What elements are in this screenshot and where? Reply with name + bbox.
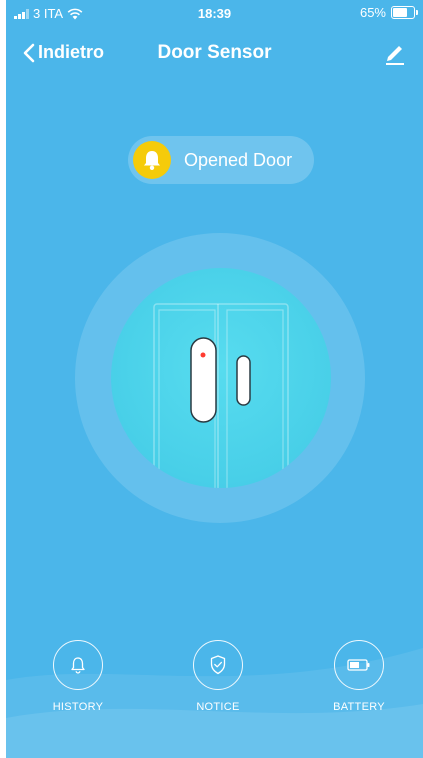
battery-percent: 65% [359,5,386,20]
history-button[interactable]: HISTORY [38,640,118,713]
door-frame [153,303,289,488]
history-icon-circle [53,640,103,690]
door-status-label: Opened Door [184,149,293,170]
sensor-magnet [236,355,251,406]
sensor-main-unit [190,337,217,423]
notice-icon-circle [193,640,243,690]
battery-button[interactable]: BATTERY [319,640,399,713]
notice-label: NOTICE [196,701,240,713]
status-bar: 3 ITA 18:39 65% [6,0,423,26]
door-sensor-illustration [111,268,331,488]
battery-label: BATTERY [333,701,385,713]
history-label: HISTORY [52,701,104,713]
bell-outline-icon [71,657,85,674]
battery-status: 65% [359,5,418,20]
battery-icon [391,6,418,19]
battery-icon-circle [334,640,384,690]
bell-icon [133,141,171,179]
bottom-action-bar: HISTORY NOTICE BATTERY [6,620,423,758]
shield-check-icon [210,655,226,675]
navigation-bar: Indietro Door Sensor [6,38,423,72]
battery-icon [347,659,370,671]
pencil-icon [386,46,404,65]
notice-button[interactable]: NOTICE [178,640,258,713]
edit-button[interactable] [383,40,409,66]
page-title: Door Sensor [157,42,272,63]
right-door-panel [226,309,284,488]
door-status-pill: Opened Door [128,136,314,184]
sensor-led-indicator [200,352,206,358]
door-illustration [153,303,289,488]
app-screen: 3 ITA 18:39 65% Indietro Door Sensor Ope… [6,0,423,758]
